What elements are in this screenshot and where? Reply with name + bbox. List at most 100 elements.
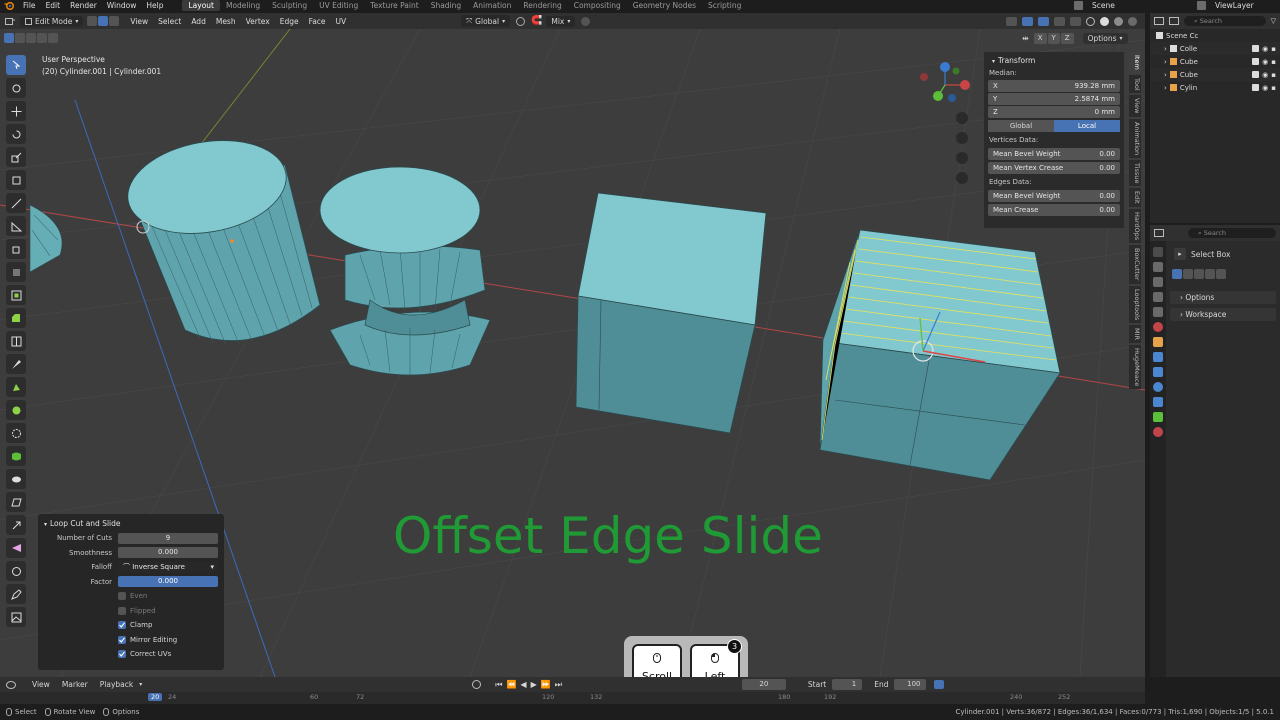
select-invert-icon[interactable]	[37, 33, 47, 43]
transform-panel-title[interactable]: ▾ Transform	[988, 55, 1120, 67]
snap-target-dropdown[interactable]: Mix ▾	[546, 15, 576, 27]
number-of-cuts-field[interactable]: 9	[118, 532, 218, 544]
cylinder-mesh[interactable]	[120, 129, 321, 346]
header-menu-edge[interactable]: Edge	[275, 17, 304, 26]
record-icon[interactable]	[472, 680, 482, 689]
workspace-tab-sculpting[interactable]: Sculpting	[266, 0, 313, 11]
checkbox-icon[interactable]	[1252, 84, 1260, 91]
workspace-tab-layout[interactable]: Layout	[182, 0, 220, 11]
sidebar-tab-tool[interactable]: Tool	[1129, 74, 1141, 94]
checkbox-icon[interactable]	[1252, 58, 1260, 65]
workspace-tab-scripting[interactable]: Scripting	[702, 0, 747, 11]
checkbox-icon[interactable]	[1252, 45, 1260, 52]
filter-icon[interactable]: ▽	[1271, 17, 1276, 25]
active-tool-row[interactable]: ▸ Select Box	[1174, 248, 1230, 260]
header-menu-vertex[interactable]: Vertex	[241, 17, 275, 26]
jump-end-icon[interactable]: ⏭	[555, 680, 562, 690]
play-icon[interactable]: ▶	[531, 680, 537, 690]
sidebar-tab-tissue[interactable]: Tissue	[1129, 160, 1141, 187]
view-layer-name[interactable]: ViewLayer	[1210, 0, 1280, 11]
poly-build-tool-icon[interactable]	[6, 377, 26, 397]
mode-intersect-icon[interactable]	[1216, 269, 1226, 279]
view-layer-icon[interactable]	[1197, 1, 1206, 10]
sidebar-tab-item[interactable]: Item	[1129, 52, 1141, 73]
mirror-editing-check-icon[interactable]	[118, 635, 126, 644]
sidebar-tab-animation[interactable]: Animation	[1129, 118, 1141, 159]
mirror-z-toggle[interactable]: Z	[1060, 33, 1074, 44]
factor-field[interactable]: 0.000	[118, 576, 218, 588]
timeline-menu-view[interactable]: View	[26, 680, 56, 689]
scene-name[interactable]: Scene	[1087, 0, 1197, 11]
transform-tool-icon[interactable]	[6, 170, 26, 190]
header-menu-face[interactable]: Face	[304, 17, 331, 26]
header-menu-view[interactable]: View	[125, 17, 153, 26]
measure-tool-icon[interactable]	[6, 216, 26, 236]
mean-vertex-crease-field[interactable]: Mean Vertex Crease 0.00	[988, 162, 1120, 174]
outliner-row-collection[interactable]: › Colle ◉ ▪	[1150, 42, 1280, 55]
proportional-edit-icon[interactable]	[581, 16, 591, 26]
vertex-select-icon[interactable]	[87, 16, 98, 26]
material-tab-icon[interactable]	[1153, 427, 1163, 437]
select-subtract-icon[interactable]	[26, 33, 36, 43]
sidebar-tab-hugemeace[interactable]: HugeMeace	[1129, 345, 1141, 390]
snap-icon[interactable]: 🧲	[531, 16, 542, 26]
timeline-menu-marker[interactable]: Marker	[56, 680, 94, 689]
select-new-icon[interactable]	[4, 33, 14, 43]
options-dropdown[interactable]: Options ▾	[1082, 33, 1128, 44]
particles-tab-icon[interactable]	[1153, 367, 1163, 377]
annotate-tool-icon[interactable]	[6, 193, 26, 213]
eye-icon[interactable]: ◉	[1262, 84, 1268, 92]
clamp-check-icon[interactable]	[118, 621, 126, 630]
vertex-slide-tool-icon[interactable]	[6, 538, 26, 558]
mirror-y-toggle[interactable]: Y	[1047, 33, 1060, 44]
properties-search-field[interactable]: ⌕ Search	[1188, 228, 1276, 238]
outliner-editor-icon[interactable]	[1154, 17, 1164, 25]
header-menu-select[interactable]: Select	[153, 17, 186, 26]
blender-logo-icon[interactable]	[3, 1, 15, 10]
output-tab-icon[interactable]	[1153, 277, 1163, 287]
hourglass-mesh[interactable]	[319, 166, 491, 376]
jump-keyframe-forward-icon[interactable]: ⏩	[541, 680, 551, 690]
cube-loopcut-mesh[interactable]	[819, 229, 1061, 481]
cube-mesh[interactable]	[575, 192, 767, 434]
shading-material-icon[interactable]	[1114, 16, 1123, 26]
flipped-checkbox[interactable]: Flipped	[44, 604, 218, 619]
scale-tool-icon[interactable]	[6, 147, 26, 167]
scene-icon[interactable]	[1074, 1, 1083, 10]
menu-help[interactable]: Help	[141, 0, 168, 11]
workspace-section[interactable]: › Workspace	[1170, 308, 1276, 321]
inset-tool-icon[interactable]	[6, 285, 26, 305]
pivot-icon[interactable]	[516, 16, 526, 26]
eye-icon[interactable]: ◉	[1262, 71, 1268, 79]
median-x-field[interactable]: X 939.28 mm	[988, 80, 1120, 92]
workspace-tab-modeling[interactable]: Modeling	[220, 0, 266, 11]
menu-render[interactable]: Render	[65, 0, 102, 11]
falloff-dropdown[interactable]: ⌒ Inverse Square ▾	[118, 561, 218, 573]
outliner-row-cube-2[interactable]: › Cube ◉ ▪	[1150, 68, 1280, 81]
mirror-x-toggle[interactable]: X	[1033, 33, 1047, 44]
mode-dropdown[interactable]: Edit Mode ▾	[20, 15, 84, 27]
eye-icon[interactable]: ◉	[1262, 45, 1268, 53]
extrude-tool-icon[interactable]	[6, 262, 26, 282]
navigation-gizmo[interactable]	[920, 62, 970, 102]
timeline-menu-playback[interactable]: Playback	[94, 680, 139, 689]
correct-uvs-checkbox[interactable]: Correct UVs	[44, 647, 218, 662]
outliner-row-cylinder[interactable]: › Cylin ◉ ▪	[1150, 81, 1280, 94]
camera-icon[interactable]: ▪	[1271, 45, 1276, 53]
edge-select-icon[interactable]	[98, 16, 109, 26]
workspace-tab-uv-editing[interactable]: UV Editing	[313, 0, 364, 11]
mesh-edit-overlay-icon[interactable]	[1054, 16, 1065, 26]
play-reverse-icon[interactable]: ◀	[520, 680, 526, 690]
sidebar-tab-edit[interactable]: Edit	[1129, 188, 1141, 208]
rotate-tool-icon[interactable]	[6, 124, 26, 144]
menu-edit[interactable]: Edit	[41, 0, 66, 11]
loop-cut-tool-icon[interactable]	[6, 331, 26, 351]
flipped-check-box[interactable]	[118, 606, 126, 615]
shrink-fatten-tool-icon[interactable]	[6, 469, 26, 489]
to-sphere-tool-icon[interactable]	[6, 561, 26, 581]
move-tool-icon[interactable]	[6, 101, 26, 121]
eye-icon[interactable]: ◉	[1262, 58, 1268, 66]
even-checkbox[interactable]: Even	[44, 589, 218, 604]
sidebar-tab-view[interactable]: View	[1129, 95, 1141, 117]
editor-type-icon[interactable]	[4, 16, 16, 26]
